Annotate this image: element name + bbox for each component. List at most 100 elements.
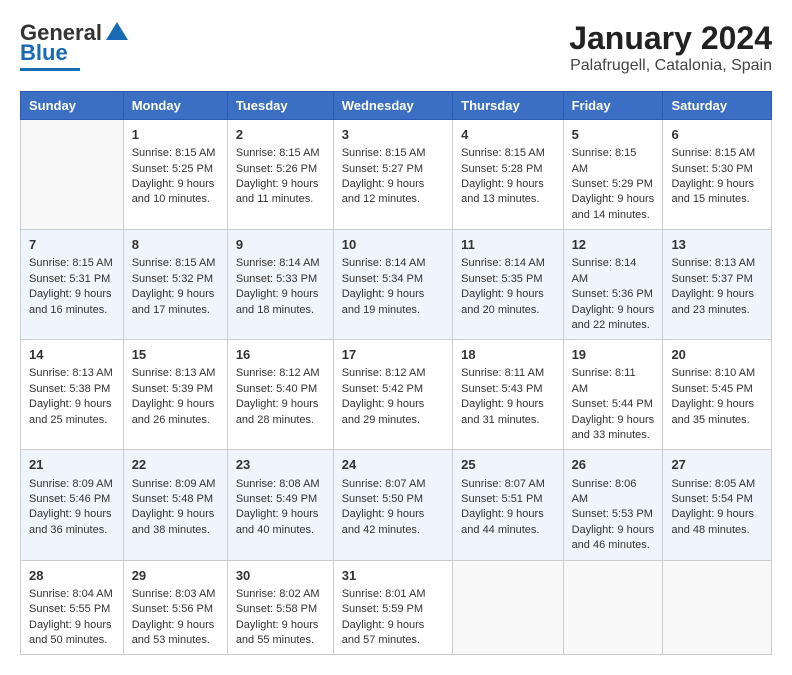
sunset-text: Sunset: 5:33 PM — [236, 273, 317, 285]
daylight-text: Daylight: 9 hours and 57 minutes. — [342, 619, 425, 646]
header-cell-friday: Friday — [563, 92, 663, 120]
header-cell-wednesday: Wednesday — [333, 92, 452, 120]
sunset-text: Sunset: 5:56 PM — [132, 603, 213, 615]
daylight-text: Daylight: 9 hours and 16 minutes. — [29, 288, 112, 315]
sunrise-text: Sunrise: 8:09 AM — [132, 478, 216, 490]
day-number: 4 — [461, 126, 554, 144]
calendar-cell: 17 Sunrise: 8:12 AM Sunset: 5:42 PM Dayl… — [333, 340, 452, 450]
calendar-cell: 26 Sunrise: 8:06 AM Sunset: 5:53 PM Dayl… — [563, 450, 663, 560]
calendar-cell: 7 Sunrise: 8:15 AM Sunset: 5:31 PM Dayli… — [21, 230, 124, 340]
sunrise-text: Sunrise: 8:15 AM — [132, 257, 216, 269]
calendar-cell — [453, 560, 563, 655]
calendar-cell: 12 Sunrise: 8:14 AM Sunset: 5:36 PM Dayl… — [563, 230, 663, 340]
sunrise-text: Sunrise: 8:05 AM — [671, 478, 755, 490]
sunrise-text: Sunrise: 8:10 AM — [671, 367, 755, 379]
sunset-text: Sunset: 5:48 PM — [132, 493, 213, 505]
sunrise-text: Sunrise: 8:15 AM — [572, 147, 637, 174]
sunrise-text: Sunrise: 8:12 AM — [342, 367, 426, 379]
day-number: 1 — [132, 126, 219, 144]
sunrise-text: Sunrise: 8:15 AM — [29, 257, 113, 269]
day-number: 21 — [29, 456, 115, 474]
sunset-text: Sunset: 5:53 PM — [572, 508, 653, 520]
day-number: 16 — [236, 346, 325, 364]
calendar-cell: 13 Sunrise: 8:13 AM Sunset: 5:37 PM Dayl… — [663, 230, 772, 340]
sunrise-text: Sunrise: 8:04 AM — [29, 588, 113, 600]
day-number: 26 — [572, 456, 655, 474]
sunset-text: Sunset: 5:29 PM — [572, 178, 653, 190]
daylight-text: Daylight: 9 hours and 15 minutes. — [671, 178, 754, 205]
day-number: 15 — [132, 346, 219, 364]
daylight-text: Daylight: 9 hours and 11 minutes. — [236, 178, 319, 205]
calendar-cell — [663, 560, 772, 655]
calendar-cell: 1 Sunrise: 8:15 AM Sunset: 5:25 PM Dayli… — [123, 120, 227, 230]
daylight-text: Daylight: 9 hours and 35 minutes. — [671, 398, 754, 425]
header-row: SundayMondayTuesdayWednesdayThursdayFrid… — [21, 92, 772, 120]
daylight-text: Daylight: 9 hours and 25 minutes. — [29, 398, 112, 425]
sunrise-text: Sunrise: 8:15 AM — [236, 147, 320, 159]
header-cell-saturday: Saturday — [663, 92, 772, 120]
calendar-cell: 18 Sunrise: 8:11 AM Sunset: 5:43 PM Dayl… — [453, 340, 563, 450]
sunset-text: Sunset: 5:36 PM — [572, 288, 653, 300]
week-row-3: 21 Sunrise: 8:09 AM Sunset: 5:46 PM Dayl… — [21, 450, 772, 560]
page-header: General Blue January 2024 Palafrugell, C… — [20, 20, 772, 75]
day-number: 13 — [671, 236, 763, 254]
day-number: 14 — [29, 346, 115, 364]
day-number: 5 — [572, 126, 655, 144]
daylight-text: Daylight: 9 hours and 26 minutes. — [132, 398, 215, 425]
sunrise-text: Sunrise: 8:13 AM — [29, 367, 113, 379]
sunset-text: Sunset: 5:37 PM — [671, 273, 752, 285]
calendar-table: SundayMondayTuesdayWednesdayThursdayFrid… — [20, 91, 772, 655]
sunset-text: Sunset: 5:44 PM — [572, 398, 653, 410]
sunrise-text: Sunrise: 8:12 AM — [236, 367, 320, 379]
sunrise-text: Sunrise: 8:11 AM — [461, 367, 544, 379]
sunrise-text: Sunrise: 8:14 AM — [236, 257, 320, 269]
sunrise-text: Sunrise: 8:13 AM — [132, 367, 216, 379]
day-number: 20 — [671, 346, 763, 364]
day-number: 22 — [132, 456, 219, 474]
calendar-cell: 16 Sunrise: 8:12 AM Sunset: 5:40 PM Dayl… — [227, 340, 333, 450]
calendar-cell: 23 Sunrise: 8:08 AM Sunset: 5:49 PM Dayl… — [227, 450, 333, 560]
calendar-cell: 15 Sunrise: 8:13 AM Sunset: 5:39 PM Dayl… — [123, 340, 227, 450]
sunset-text: Sunset: 5:27 PM — [342, 163, 423, 175]
week-row-4: 28 Sunrise: 8:04 AM Sunset: 5:55 PM Dayl… — [21, 560, 772, 655]
calendar-cell: 14 Sunrise: 8:13 AM Sunset: 5:38 PM Dayl… — [21, 340, 124, 450]
calendar-cell: 19 Sunrise: 8:11 AM Sunset: 5:44 PM Dayl… — [563, 340, 663, 450]
sunrise-text: Sunrise: 8:11 AM — [572, 367, 636, 394]
calendar-cell: 25 Sunrise: 8:07 AM Sunset: 5:51 PM Dayl… — [453, 450, 563, 560]
sunset-text: Sunset: 5:55 PM — [29, 603, 110, 615]
day-number: 2 — [236, 126, 325, 144]
calendar-cell: 30 Sunrise: 8:02 AM Sunset: 5:58 PM Dayl… — [227, 560, 333, 655]
daylight-text: Daylight: 9 hours and 42 minutes. — [342, 508, 425, 535]
sunrise-text: Sunrise: 8:06 AM — [572, 478, 637, 505]
daylight-text: Daylight: 9 hours and 10 minutes. — [132, 178, 215, 205]
daylight-text: Daylight: 9 hours and 23 minutes. — [671, 288, 754, 315]
sunset-text: Sunset: 5:42 PM — [342, 383, 423, 395]
day-number: 3 — [342, 126, 444, 144]
sunset-text: Sunset: 5:49 PM — [236, 493, 317, 505]
sunrise-text: Sunrise: 8:15 AM — [461, 147, 545, 159]
day-number: 8 — [132, 236, 219, 254]
sunset-text: Sunset: 5:54 PM — [671, 493, 752, 505]
sunset-text: Sunset: 5:26 PM — [236, 163, 317, 175]
daylight-text: Daylight: 9 hours and 33 minutes. — [572, 414, 655, 441]
calendar-cell: 8 Sunrise: 8:15 AM Sunset: 5:32 PM Dayli… — [123, 230, 227, 340]
calendar-cell: 22 Sunrise: 8:09 AM Sunset: 5:48 PM Dayl… — [123, 450, 227, 560]
calendar-cell — [563, 560, 663, 655]
daylight-text: Daylight: 9 hours and 36 minutes. — [29, 508, 112, 535]
sunset-text: Sunset: 5:34 PM — [342, 273, 423, 285]
sunset-text: Sunset: 5:46 PM — [29, 493, 110, 505]
daylight-text: Daylight: 9 hours and 17 minutes. — [132, 288, 215, 315]
week-row-2: 14 Sunrise: 8:13 AM Sunset: 5:38 PM Dayl… — [21, 340, 772, 450]
sunrise-text: Sunrise: 8:03 AM — [132, 588, 216, 600]
sunset-text: Sunset: 5:43 PM — [461, 383, 542, 395]
sunset-text: Sunset: 5:45 PM — [671, 383, 752, 395]
sunset-text: Sunset: 5:35 PM — [461, 273, 542, 285]
daylight-text: Daylight: 9 hours and 31 minutes. — [461, 398, 544, 425]
sunset-text: Sunset: 5:38 PM — [29, 383, 110, 395]
daylight-text: Daylight: 9 hours and 40 minutes. — [236, 508, 319, 535]
daylight-text: Daylight: 9 hours and 48 minutes. — [671, 508, 754, 535]
daylight-text: Daylight: 9 hours and 12 minutes. — [342, 178, 425, 205]
header-cell-thursday: Thursday — [453, 92, 563, 120]
calendar-cell: 9 Sunrise: 8:14 AM Sunset: 5:33 PM Dayli… — [227, 230, 333, 340]
sunrise-text: Sunrise: 8:02 AM — [236, 588, 320, 600]
